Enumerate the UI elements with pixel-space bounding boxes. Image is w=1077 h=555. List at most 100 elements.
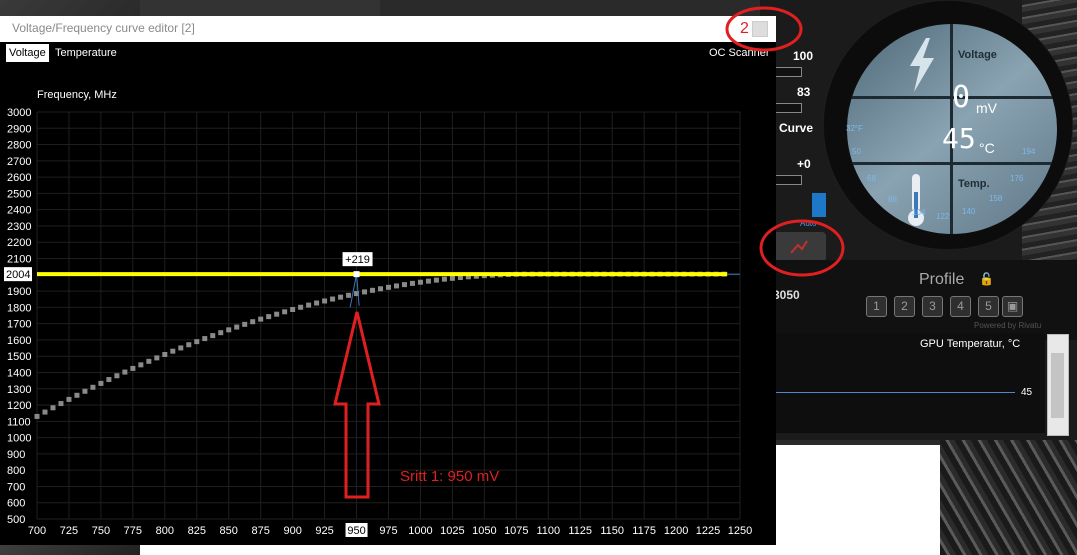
- curve-icon: [790, 240, 808, 254]
- x-tick-label: 1175: [632, 525, 656, 537]
- x-tick-label: 1200: [664, 525, 688, 537]
- curve-point: [82, 388, 88, 394]
- x-tick-label: 1050: [472, 525, 496, 537]
- y-tick-label: 800: [7, 465, 25, 477]
- scale-tick: 86: [888, 195, 897, 204]
- curve-point: [258, 316, 264, 322]
- curve-point: [210, 333, 216, 339]
- curve-point: [266, 314, 272, 320]
- curve-point: [170, 348, 176, 354]
- curve-point: [34, 413, 40, 419]
- thermometer-icon: [908, 174, 924, 226]
- y-tick-label: 3000: [7, 107, 31, 119]
- scale-tick: 50: [852, 147, 861, 156]
- y-tick-label: 500: [7, 514, 25, 526]
- x-tick-label: 825: [188, 525, 206, 537]
- profile-button-4[interactable]: 4: [950, 296, 971, 317]
- curve-point: [122, 369, 128, 375]
- lock-icon[interactable]: 🔓: [979, 272, 994, 286]
- tab-temperature[interactable]: Temperature: [52, 44, 120, 62]
- y-tick-label: 1200: [7, 400, 31, 412]
- annotation-badge: 2: [740, 20, 749, 37]
- curve-point: [66, 396, 72, 402]
- curve-point: [242, 321, 248, 327]
- y-tick-label: 2200: [7, 237, 31, 249]
- curve-point: [194, 339, 200, 345]
- profile-button-1[interactable]: 1: [866, 296, 887, 317]
- title-bar[interactable]: Voltage/Frequency curve editor [2]: [0, 16, 776, 42]
- curve-point: [234, 324, 240, 330]
- curve-point: [154, 355, 160, 361]
- auto-label: Auto: [800, 219, 817, 228]
- curve-point: [282, 309, 288, 315]
- y-tick-label: 2300: [7, 221, 31, 233]
- x-tick-label: 1150: [600, 525, 624, 537]
- close-button[interactable]: [752, 21, 768, 37]
- x-tick-label: 875: [252, 525, 270, 537]
- curve-editor-button[interactable]: [773, 232, 826, 262]
- profile-button-2[interactable]: 2: [894, 296, 915, 317]
- core-clock-value[interactable]: Curve: [779, 121, 813, 135]
- y-tick-label: 1700: [7, 319, 31, 331]
- curve-point: [130, 365, 136, 371]
- curve-point: [290, 307, 296, 313]
- curve-point: [50, 405, 56, 411]
- curve-point: [393, 283, 399, 289]
- y-tick-label: 2500: [7, 188, 31, 200]
- y-tick-label: 1400: [7, 367, 31, 379]
- curve-point: [378, 286, 384, 292]
- x-tick-label: 900: [283, 525, 301, 537]
- graph-line: [775, 392, 1015, 393]
- x-tick-label: 700: [28, 525, 46, 537]
- temp-limit-value: 83: [797, 85, 811, 99]
- y-tick-label: 1900: [7, 286, 31, 298]
- x-tick-label: 1225: [696, 525, 720, 537]
- y-tick-label: 2700: [7, 156, 31, 168]
- powered-by: Powered by Rivatu: [974, 321, 1042, 330]
- x-tick-label: 850: [220, 525, 238, 537]
- oc-scanner-button[interactable]: OC Scanner: [706, 44, 773, 62]
- curve-point: [338, 294, 344, 300]
- scroll-thumb[interactable]: [1051, 353, 1064, 418]
- curve-point: [90, 384, 96, 390]
- curve-point: [362, 289, 368, 295]
- curve-point: [74, 392, 80, 398]
- y-tick-label: 2100: [7, 254, 31, 266]
- x-tick-label: 975: [379, 525, 397, 537]
- profile-label: Profile: [919, 271, 965, 288]
- profile-button-3[interactable]: 3: [922, 296, 943, 317]
- y-tick-label: 700: [7, 481, 25, 493]
- scale-tick: 176: [1010, 174, 1024, 183]
- graph-title: GPU Temperatur, °C: [920, 338, 1021, 350]
- vf-curve-chart[interactable]: 3000 2900 2800 2700 2600 2500 2400 2300 2200 2100…: [4, 62, 760, 542]
- y-tick-label: 1100: [7, 416, 31, 428]
- x-tick-label: 1250: [728, 525, 752, 537]
- curve-point: [322, 298, 328, 304]
- save-icon[interactable]: ▣: [1002, 296, 1023, 317]
- memory-clock-value: +0: [797, 157, 811, 171]
- graph-scrollbar[interactable]: [1047, 334, 1069, 436]
- graph-value: 45: [1021, 387, 1033, 398]
- curve-point: [449, 275, 455, 281]
- selected-point: [353, 271, 360, 278]
- curve-point: [409, 280, 415, 286]
- temp-label: Temp.: [958, 178, 990, 190]
- auto-indicator: [812, 193, 826, 217]
- tab-voltage[interactable]: Voltage: [6, 44, 49, 62]
- curve-point: [298, 304, 304, 310]
- temp-fahrenheit: 32°F: [846, 124, 863, 133]
- scale-tick: 140: [962, 207, 976, 216]
- curve-point: [186, 342, 192, 348]
- curve-point: [417, 279, 423, 285]
- profile-button-5[interactable]: 5: [978, 296, 999, 317]
- x-tick-label: 1100: [536, 525, 560, 537]
- curve-point: [114, 373, 120, 379]
- y-tick-label: 900: [7, 449, 25, 461]
- chart-svg[interactable]: 3000 2900 2800 2700 2600 2500 2400 2300 2200 2100…: [4, 62, 760, 542]
- background-strip-top: [140, 0, 380, 16]
- curve-point: [306, 302, 312, 308]
- voltage-value: 0: [952, 80, 971, 115]
- curve-point: [226, 327, 232, 333]
- x-tick-label: 800: [156, 525, 174, 537]
- y-axis-title: Frequency, MHz: [37, 89, 117, 101]
